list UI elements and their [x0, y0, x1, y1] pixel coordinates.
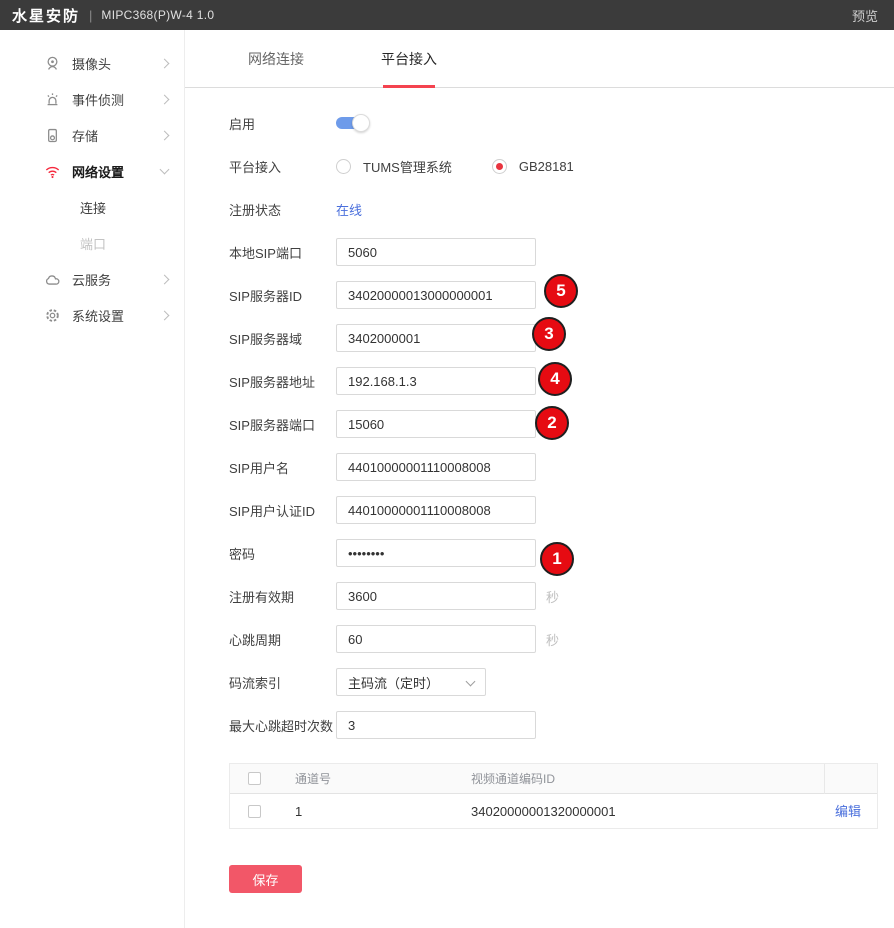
platform-type-row: 平台接入 TUMS管理系统 GB28181: [185, 152, 894, 180]
sip-auth-id-input[interactable]: [336, 496, 536, 524]
channel-number-cell: 1: [278, 804, 454, 819]
password-input[interactable]: [336, 539, 536, 567]
sidebar: 摄像头 事件侦测 存储: [0, 30, 185, 928]
table-header-row: 通道号 视频通道编码ID: [230, 764, 877, 794]
sidebar-item-event-detection[interactable]: 事件侦测: [0, 81, 184, 117]
local-sip-port-row: 本地SIP端口: [185, 238, 894, 266]
camera-icon: [44, 55, 61, 72]
column-header-action: [824, 764, 877, 794]
edit-link[interactable]: 编辑: [835, 804, 861, 819]
tab-bar: 网络连接 平台接入: [185, 30, 894, 88]
platform-type-label: 平台接入: [229, 157, 336, 176]
registration-validity-row: 注册有效期 秒: [185, 582, 894, 610]
radio-icon: [336, 159, 351, 174]
gear-icon: [44, 307, 61, 324]
sip-server-id-input[interactable]: [336, 281, 536, 309]
sidebar-item-system-settings[interactable]: 系统设置: [0, 297, 184, 333]
channel-code-id-cell: 34020000001320000001: [454, 804, 824, 819]
tab-network-connection[interactable]: 网络连接: [248, 30, 304, 88]
sip-server-port-input[interactable]: [336, 410, 536, 438]
sip-username-input[interactable]: [336, 453, 536, 481]
max-heartbeat-timeout-row: 最大心跳超时次数: [185, 711, 894, 739]
seconds-unit: 秒: [546, 630, 559, 649]
radio-option-gb28181[interactable]: GB28181: [492, 159, 574, 174]
sip-auth-id-row: SIP用户认证ID: [185, 496, 894, 524]
registration-validity-input[interactable]: [336, 582, 536, 610]
sip-server-port-row: SIP服务器端口 2: [185, 410, 894, 438]
sidebar-subitem-port[interactable]: 端口: [0, 225, 184, 261]
seconds-unit: 秒: [546, 587, 559, 606]
preview-link[interactable]: 预览: [852, 6, 878, 25]
sidebar-item-camera[interactable]: 摄像头: [0, 45, 184, 81]
chevron-right-icon: [160, 310, 170, 320]
sip-server-id-row: SIP服务器ID 5: [185, 281, 894, 309]
chevron-down-icon: [160, 165, 170, 175]
select-all-checkbox[interactable]: [248, 772, 261, 785]
sidebar-item-cloud-service[interactable]: 云服务: [0, 261, 184, 297]
sip-server-domain-input[interactable]: [336, 324, 536, 352]
platform-access-form: 启用 平台接入 TUMS管理系统 GB28181 注册状态 在线 本地SIP端口…: [185, 88, 894, 893]
password-row: 密码 1: [185, 539, 894, 567]
tab-platform-access[interactable]: 平台接入: [381, 30, 437, 88]
chevron-right-icon: [160, 94, 170, 104]
annotation-badge: 5: [544, 274, 578, 308]
main-content: 网络连接 平台接入 启用 平台接入 TUMS管理系统 GB28181 注册状态 …: [185, 30, 894, 928]
column-header-channel: 通道号: [278, 770, 454, 787]
heartbeat-period-input[interactable]: [336, 625, 536, 653]
stream-index-select[interactable]: 主码流（定时）: [336, 668, 486, 696]
enable-label: 启用: [229, 114, 336, 133]
radio-option-tums[interactable]: TUMS管理系统: [336, 157, 452, 176]
save-button[interactable]: 保存: [229, 865, 302, 893]
chevron-right-icon: [160, 58, 170, 68]
column-header-code-id: 视频通道编码ID: [454, 770, 824, 787]
brand-divider: |: [89, 8, 92, 23]
alarm-icon: [44, 91, 61, 108]
enable-row: 启用: [185, 109, 894, 137]
enable-toggle[interactable]: [336, 117, 366, 129]
sip-username-row: SIP用户名: [185, 453, 894, 481]
registration-status-value: 在线: [336, 200, 362, 219]
local-sip-port-input[interactable]: [336, 238, 536, 266]
storage-icon: [44, 127, 61, 144]
sip-server-address-row: SIP服务器地址 4: [185, 367, 894, 395]
channel-table: 通道号 视频通道编码ID 1 34020000001320000001 编辑: [229, 763, 878, 829]
table-row: 1 34020000001320000001 编辑: [230, 794, 877, 828]
sidebar-item-network-settings[interactable]: 网络设置: [0, 153, 184, 189]
annotation-badge: 2: [535, 406, 569, 440]
registration-status-label: 注册状态: [229, 200, 336, 219]
sidebar-subitem-connection[interactable]: 连接: [0, 189, 184, 225]
device-model: MIPC368(P)W-4 1.0: [101, 8, 214, 22]
registration-status-row: 注册状态 在线: [185, 195, 894, 223]
row-checkbox[interactable]: [248, 805, 261, 818]
radio-checked-icon: [492, 159, 507, 174]
cloud-icon: [44, 271, 61, 288]
heartbeat-period-row: 心跳周期 秒: [185, 625, 894, 653]
toggle-knob: [352, 114, 370, 132]
max-heartbeat-timeout-input[interactable]: [336, 711, 536, 739]
chevron-down-icon: [466, 676, 476, 686]
wifi-icon: [44, 163, 61, 180]
annotation-badge: 3: [532, 317, 566, 351]
annotation-badge: 1: [540, 542, 574, 576]
brand-logo: 水星安防: [12, 5, 80, 26]
chevron-right-icon: [160, 130, 170, 140]
stream-index-row: 码流索引 主码流（定时）: [185, 668, 894, 696]
chevron-right-icon: [160, 274, 170, 284]
sip-server-address-input[interactable]: [336, 367, 536, 395]
top-bar: 水星安防 | MIPC368(P)W-4 1.0 预览: [0, 0, 894, 30]
annotation-badge: 4: [538, 362, 572, 396]
sidebar-item-storage[interactable]: 存储: [0, 117, 184, 153]
sip-server-domain-row: SIP服务器域 3: [185, 324, 894, 352]
